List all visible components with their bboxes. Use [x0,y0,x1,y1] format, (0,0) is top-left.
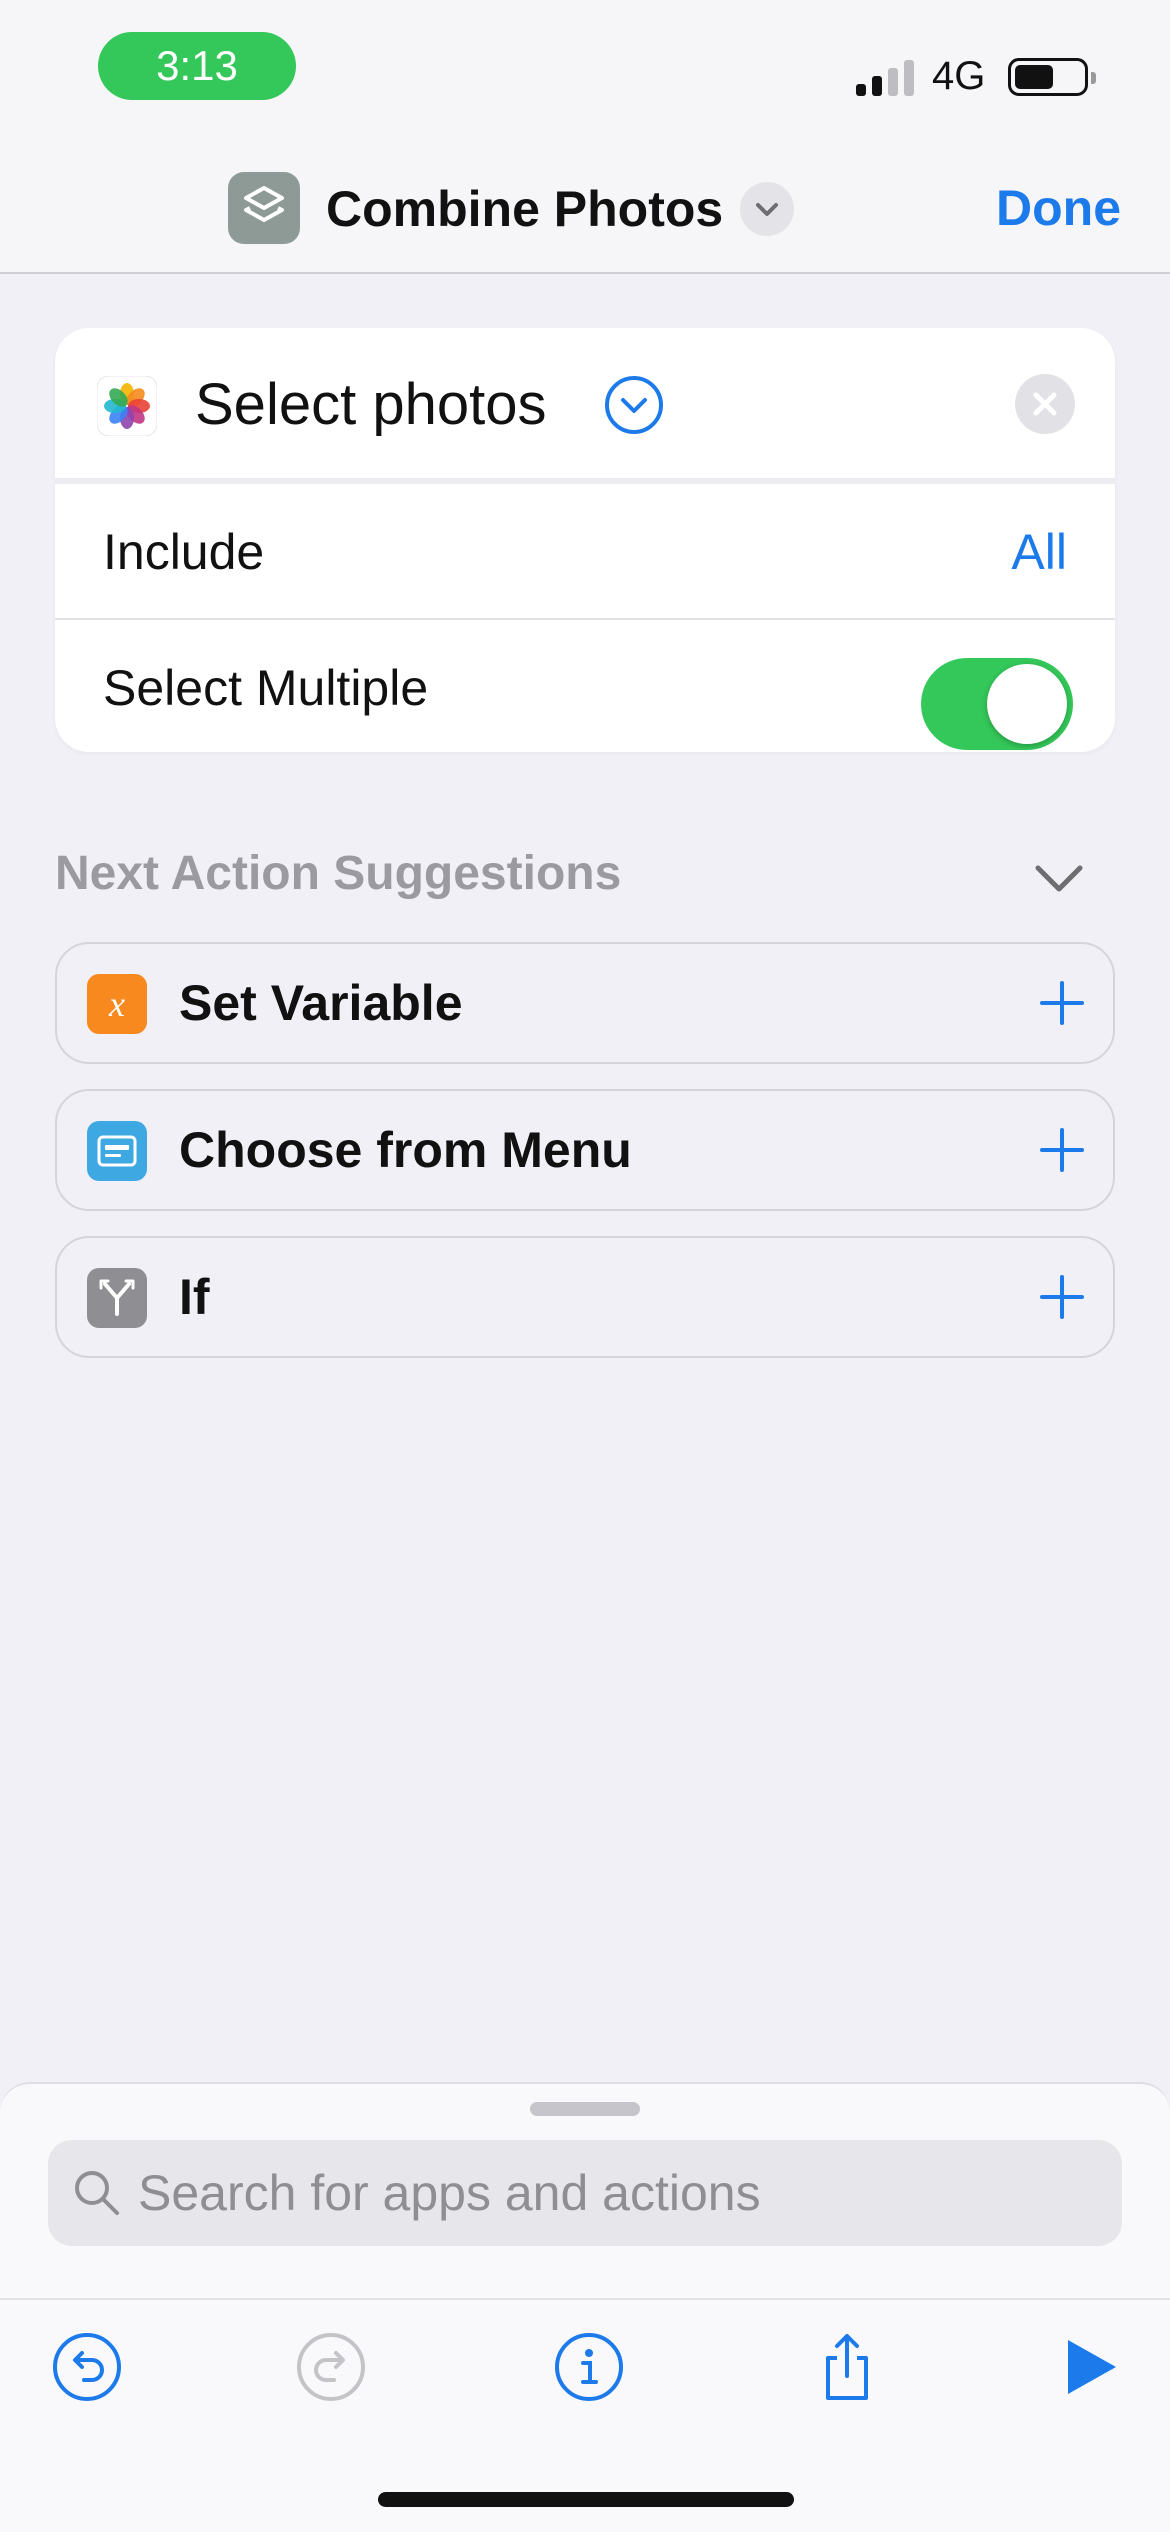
actions-bottom-sheet [0,2082,1170,2532]
branch-icon [87,1268,147,1328]
include-label: Include [103,524,265,580]
remove-action-button[interactable] [1015,374,1075,434]
battery-icon [1008,58,1096,96]
shortcut-icon[interactable] [228,172,300,244]
status-time: 3:13 [98,32,296,100]
suggestions-header: Next Action Suggestions [55,847,622,900]
close-icon [1033,392,1057,416]
suggestion-if[interactable]: If [55,1236,1115,1358]
search-input[interactable] [138,2154,1078,2232]
network-type: 4G [932,54,986,98]
select-photos-action-card: Select photos Include All Select Multipl… [55,328,1115,752]
share-icon [826,2334,868,2400]
suggestion-set-variable[interactable]: x Set Variable [55,942,1115,1064]
info-icon [555,2333,623,2401]
menu-icon [87,1121,147,1181]
undo-button[interactable] [50,2330,124,2404]
cellular-signal-icon [856,56,916,96]
add-plus-icon[interactable] [1037,1272,1087,1322]
share-button[interactable] [810,2330,884,2404]
suggestion-label: Choose from Menu [179,1122,632,1178]
status-bar: 3:13 4G [0,0,1170,140]
action-header: Select photos [55,328,1115,478]
action-title: Select photos [195,372,547,437]
collapse-chevron-icon[interactable] [1030,850,1088,908]
search-bar[interactable] [48,2140,1122,2246]
run-button[interactable] [1054,2330,1128,2404]
title-menu-chevron-icon[interactable] [740,182,794,236]
include-row[interactable]: Include All [55,484,1115,616]
home-indicator [378,2492,794,2507]
undo-icon [53,2333,121,2401]
select-multiple-row: Select Multiple [55,620,1115,752]
photos-app-icon [96,375,158,437]
select-multiple-label: Select Multiple [103,660,429,716]
nav-bar: Combine Photos Done [0,140,1170,274]
select-multiple-toggle[interactable] [921,658,1073,750]
suggestion-label: Set Variable [179,975,463,1031]
redo-icon [297,2333,365,2401]
search-icon [70,2166,124,2220]
svg-text:x: x [108,984,125,1024]
shortcut-title[interactable]: Combine Photos [326,180,723,238]
add-plus-icon[interactable] [1037,1125,1087,1175]
sheet-grabber[interactable] [530,2102,640,2116]
redo-button[interactable] [294,2330,368,2404]
info-button[interactable] [552,2330,626,2404]
play-icon [1068,2340,1116,2394]
variable-icon: x [87,974,147,1034]
expand-chevron-icon[interactable] [603,374,665,436]
done-button[interactable]: Done [996,178,1121,238]
suggestion-choose-from-menu[interactable]: Choose from Menu [55,1089,1115,1211]
suggestion-label: If [179,1269,210,1325]
add-plus-icon[interactable] [1037,978,1087,1028]
toolbar-separator [0,2298,1170,2300]
toggle-knob [987,664,1067,744]
include-value[interactable]: All [1011,522,1067,582]
